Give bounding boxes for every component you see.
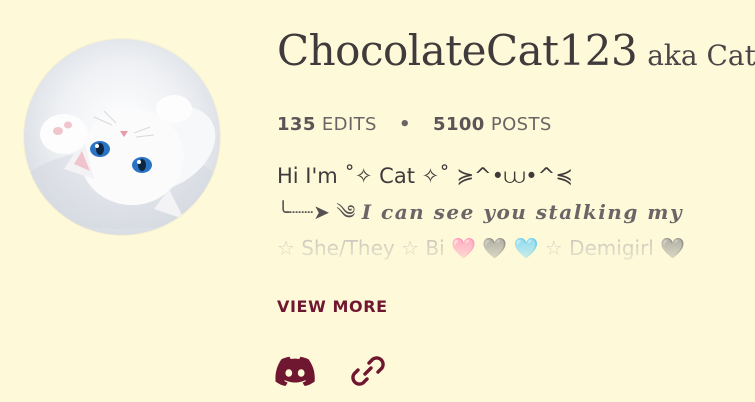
edits-count: 135	[277, 114, 316, 135]
website-link-button[interactable]	[348, 352, 388, 390]
discord-button[interactable]	[274, 352, 316, 390]
stats-separator: •	[399, 114, 411, 135]
profile-stats: 135 EDITS • 5100 POSTS	[277, 113, 552, 137]
username-row: ChocolateCat123 aka Cat	[277, 22, 755, 85]
username: ChocolateCat123	[277, 26, 638, 75]
white-kitten-avatar-icon	[24, 95, 220, 229]
aka-name: aka Cat	[647, 39, 755, 72]
edits-label: EDITS	[321, 114, 377, 135]
view-more-button[interactable]: VIEW MORE	[277, 297, 388, 316]
bio-line-2-text: I can see you stalking my	[361, 200, 684, 224]
bio-line-2-prefix: ╰┈┈➤ ༄	[277, 200, 356, 224]
avatar	[24, 39, 220, 235]
posts-label: POSTS	[490, 114, 552, 135]
bio-line-2: ╰┈┈➤ ༄ I can see you stalking my	[277, 194, 755, 230]
link-icon	[351, 356, 385, 386]
bio-line-1: Hi I'm ˚✧ Cat ✧˚ ≽^•⩊•^≼	[277, 164, 573, 188]
bio-line-3: ☆ She/They ☆ Bi 🩷 🩶 🩵 ☆ Demigirl 🩶	[277, 236, 686, 260]
posts-count: 5100	[433, 114, 485, 135]
discord-icon	[275, 356, 315, 386]
bio: Hi I'm ˚✧ Cat ✧˚ ≽^•⩊•^≼ ╰┈┈➤ ༄ I can se…	[277, 158, 755, 266]
